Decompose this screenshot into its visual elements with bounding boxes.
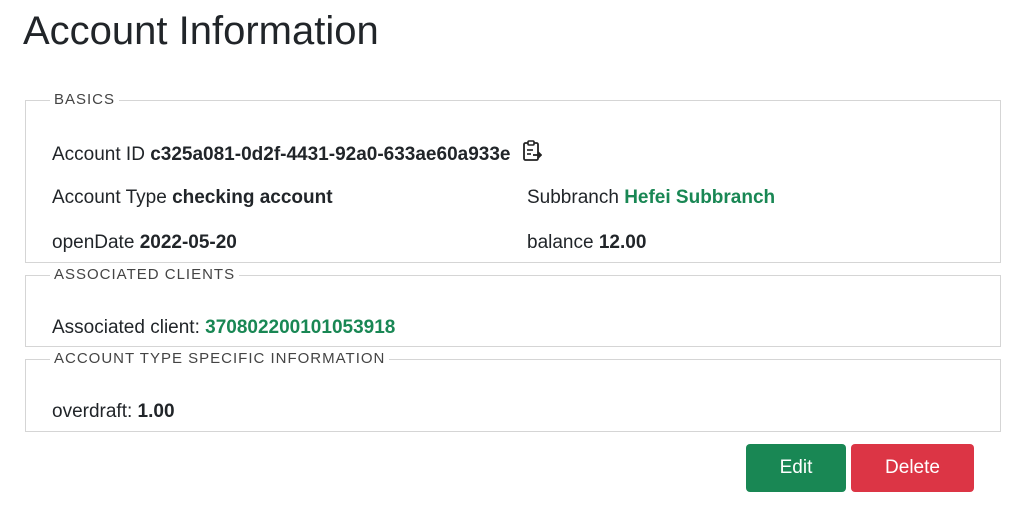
clipboard-copy-icon[interactable] <box>522 140 543 169</box>
account-id-row: Account ID c325a081-0d2f-4431-92a0-633ae… <box>52 140 543 169</box>
basics-section: BASICS Account ID c325a081-0d2f-4431-92a… <box>25 92 1001 263</box>
basics-legend: BASICS <box>54 91 116 108</box>
account-id-value: c325a081-0d2f-4431-92a0-633ae60a933e <box>150 144 511 165</box>
associated-clients-legend: ASSOCIATED CLIENTS <box>54 266 236 283</box>
balance-label: balance <box>527 232 594 253</box>
edit-button[interactable]: Edit <box>746 444 846 492</box>
account-type-specific-section: ACCOUNT TYPE SPECIFIC INFORMATION overdr… <box>25 351 1001 432</box>
associated-client-label: Associated client: <box>52 317 200 338</box>
open-date-label: openDate <box>52 232 135 253</box>
subbranch-label: Subbranch <box>527 187 619 208</box>
page-title: Account Information <box>23 9 379 53</box>
associated-client-row: Associated client: 370802200101053918 <box>52 316 395 340</box>
associated-client-link[interactable]: 370802200101053918 <box>205 317 395 338</box>
account-type-row: Account Type checking account <box>52 186 333 210</box>
balance-row: balance 12.00 <box>527 231 646 255</box>
overdraft-row: overdraft: 1.00 <box>52 400 175 424</box>
account-type-value: checking account <box>172 187 333 208</box>
open-date-value: 2022-05-20 <box>139 232 237 253</box>
overdraft-value: 1.00 <box>137 401 175 422</box>
account-type-specific-legend: ACCOUNT TYPE SPECIFIC INFORMATION <box>54 350 386 367</box>
subbranch-row: Subbranch Hefei Subbranch <box>527 186 775 210</box>
open-date-row: openDate 2022-05-20 <box>52 231 237 255</box>
overdraft-label: overdraft: <box>52 401 133 422</box>
delete-button[interactable]: Delete <box>851 444 974 492</box>
balance-value: 12.00 <box>598 232 647 253</box>
associated-clients-section: ASSOCIATED CLIENTS Associated client: 37… <box>25 267 1001 347</box>
account-id-label: Account ID <box>52 144 145 165</box>
account-type-label: Account Type <box>52 187 167 208</box>
subbranch-link[interactable]: Hefei Subbranch <box>624 187 775 208</box>
